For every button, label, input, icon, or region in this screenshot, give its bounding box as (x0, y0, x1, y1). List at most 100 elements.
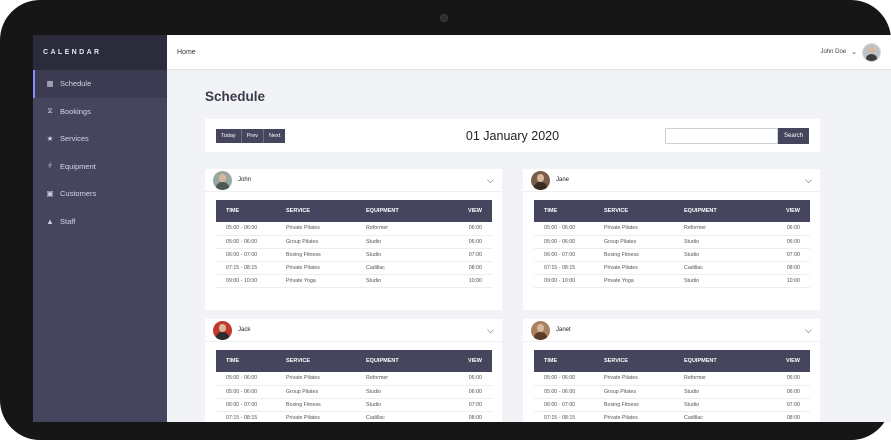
cell-service: Private Pilates (286, 261, 366, 275)
sidebar-item-label: Staff (60, 216, 76, 226)
table-row[interactable]: 05:00 - 06:00 Private Pilates Reformer 06:0… (216, 372, 492, 386)
table-row[interactable]: 05:00 - 06:00 Private Pilates Reformer 06:0… (534, 372, 810, 386)
cell-view: 07:00 (764, 248, 810, 262)
column-header-service: SERVICE (286, 350, 366, 372)
cell-view: 06:00 (764, 372, 810, 386)
cell-equipment: Reformer (366, 372, 446, 386)
sidebar-item-customers[interactable]: ▣ Customers (33, 180, 167, 208)
table-row[interactable]: 06:00 - 07:00 Boxing Fitness Studio 07:00 (216, 398, 492, 412)
card-header[interactable]: Jack ⌵ (205, 319, 502, 342)
cell-equipment: Cadillac (684, 261, 764, 275)
cell-time: 09:00 - 10:00 (534, 274, 604, 288)
cell-view: 06:00 (446, 372, 492, 386)
card-header[interactable]: John ⌵ (205, 169, 502, 192)
cell-service: Group Pilates (286, 385, 366, 399)
chevron-down-icon[interactable]: ⌵ (487, 325, 494, 336)
cell-time: 05:00 - 06:00 (534, 222, 604, 236)
cell-service: Private Yoga (604, 274, 684, 288)
prev-button[interactable]: Prev (241, 128, 264, 143)
cell-equipment: Studio (684, 398, 764, 412)
column-header-service: SERVICE (604, 350, 684, 372)
table-row[interactable]: 07:15 - 08:15 Private Pilates Cadillac 08:0… (216, 411, 492, 422)
column-header-equipment: EQUIPMENT (684, 200, 764, 222)
cell-service: Private Pilates (286, 222, 366, 236)
staff-avatar (213, 170, 232, 190)
cell-service: Private Pilates (604, 222, 684, 236)
column-header-time: TIME (216, 350, 286, 372)
table-row[interactable]: 07:15 - 08:15 Private Pilates Cadillac 08:0… (534, 411, 810, 422)
table-row[interactable]: 05:00 - 06:00 Private Pilates Reformer 06:0… (216, 222, 492, 236)
cell-equipment: Studio (366, 235, 446, 249)
cell-equipment: Cadillac (366, 261, 446, 275)
sidebar-item-staff[interactable]: ▲ Staff (33, 208, 167, 236)
table-row[interactable]: 06:00 - 07:00 Boxing Fitness Studio 07:00 (534, 398, 810, 412)
cell-equipment: Cadillac (684, 411, 764, 422)
sidebar-item-schedule[interactable]: ▦ Schedule (33, 70, 167, 98)
sidebar: CALENDAR ▦ Schedule ⧖ Bookings ★ Service… (33, 35, 167, 422)
cell-time: 05:00 - 06:00 (216, 235, 286, 249)
table-row[interactable]: 05:00 - 06:00 Group Pilates Studio 06:00 (534, 385, 810, 399)
search-button[interactable]: Search (777, 127, 809, 144)
cell-time: 05:00 - 06:00 (534, 372, 604, 386)
column-header-time: TIME (216, 200, 286, 222)
table-row[interactable]: 05:00 - 06:00 Private Pilates Reformer 06:0… (534, 222, 810, 236)
card-header[interactable]: Jane ⌵ (523, 169, 820, 192)
staff-name: Jack (238, 327, 251, 333)
cell-service: Group Pilates (286, 235, 366, 249)
today-button[interactable]: Today (216, 128, 242, 143)
table-row[interactable]: 05:00 - 06:00 Group Pilates Studio 06:00 (216, 235, 492, 249)
cell-view: 10:00 (764, 274, 810, 288)
hourglass-icon: ⧖ (47, 106, 53, 116)
sidebar-item-label: Schedule (60, 79, 92, 89)
column-header-service: SERVICE (604, 200, 684, 222)
cell-equipment: Studio (366, 385, 446, 399)
cell-time: 05:00 - 06:00 (216, 372, 286, 386)
cell-time: 07:15 - 08:15 (534, 411, 604, 422)
cell-time: 05:00 - 06:00 (534, 385, 604, 399)
cell-service: Boxing Fitness (604, 398, 684, 412)
app-screen: CALENDAR ▦ Schedule ⧖ Bookings ★ Service… (33, 35, 891, 422)
table-row[interactable]: 09:00 - 10:00 Private Yoga Studio 10:00 (534, 274, 810, 288)
cell-view: 06:00 (446, 235, 492, 249)
table-row[interactable]: 09:00 - 10:00 Private Yoga Studio 10:00 (216, 274, 492, 288)
sidebar-item-label: Bookings (60, 106, 91, 116)
cell-equipment: Studio (684, 248, 764, 262)
chevron-down-icon[interactable]: ⌵ (805, 325, 812, 336)
table-row[interactable]: 06:00 - 07:00 Boxing Fitness Studio 07:00 (216, 248, 492, 262)
next-button[interactable]: Next (264, 128, 286, 143)
user-menu[interactable]: John Doe ⌄ (820, 42, 881, 62)
cell-service: Private Yoga (286, 274, 366, 288)
card-header[interactable]: Janet ⌵ (523, 319, 820, 342)
table-row[interactable]: 05:00 - 06:00 Group Pilates Studio 06:00 (216, 385, 492, 399)
sidebar-item-services[interactable]: ★ Services (33, 125, 167, 153)
user-avatar (862, 42, 881, 62)
chevron-down-icon[interactable]: ⌵ (805, 175, 812, 186)
cell-equipment: Studio (684, 274, 764, 288)
table-row[interactable]: 07:15 - 08:15 Private Pilates Cadillac 08:0… (216, 261, 492, 275)
cell-equipment: Reformer (684, 222, 764, 236)
table-row[interactable]: 07:15 - 08:15 Private Pilates Cadillac 08:0… (534, 261, 810, 275)
table-row[interactable]: 05:00 - 06:00 Group Pilates Studio 06:00 (534, 235, 810, 249)
staff-name: Janet (556, 327, 571, 333)
cell-view: 08:00 (764, 261, 810, 275)
breadcrumb[interactable]: Home (177, 49, 820, 56)
chevron-down-icon[interactable]: ⌵ (487, 175, 494, 186)
user-icon: ▲ (46, 216, 54, 226)
star-icon: ★ (46, 134, 54, 144)
table-row[interactable]: 06:00 - 07:00 Boxing Fitness Studio 07:00 (534, 248, 810, 262)
staff-avatar (531, 170, 550, 190)
sidebar-item-bookings[interactable]: ⧖ Bookings (33, 98, 167, 126)
sidebar-item-equipment[interactable]: ⫩ Equipment (33, 153, 167, 181)
cell-service: Private Pilates (604, 372, 684, 386)
staff-name: Jane (556, 177, 570, 183)
cell-equipment: Studio (684, 235, 764, 249)
dumbbell-icon: ⫩ (47, 161, 53, 171)
column-header-equipment: EQUIPMENT (684, 350, 764, 372)
top-bar: Home John Doe ⌄ (167, 35, 891, 70)
search-input[interactable] (664, 127, 778, 144)
column-header-view: VIEW (764, 350, 810, 372)
cell-equipment: Studio (366, 398, 446, 412)
camera-dot (440, 14, 448, 22)
cell-service: Private Pilates (286, 411, 366, 422)
cell-view: 08:00 (446, 261, 492, 275)
